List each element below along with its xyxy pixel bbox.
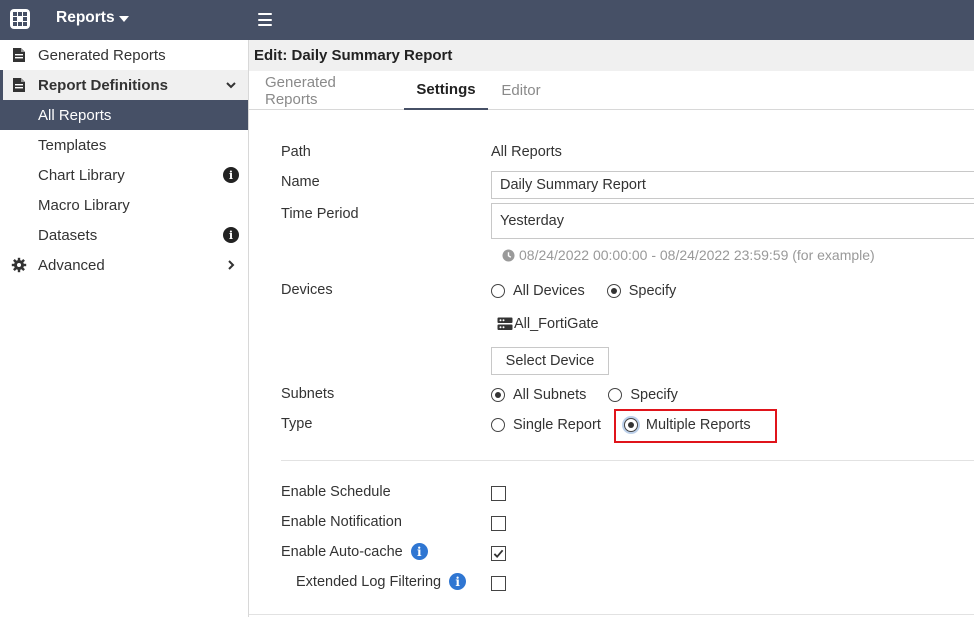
enable-schedule-label: Enable Schedule [281, 484, 391, 500]
path-label: Path [281, 144, 311, 160]
sidebar-item-label: Advanced [38, 256, 105, 274]
chevron-right-icon [228, 260, 235, 270]
enable-schedule-checkbox[interactable] [491, 486, 506, 501]
checkmark-icon [493, 549, 504, 559]
gear-icon [11, 257, 27, 273]
devices-radio-group: All Devices Specify [491, 283, 676, 299]
sidebar-item-templates[interactable]: Templates [0, 130, 248, 160]
subnets-label: Subnets [281, 386, 335, 402]
enable-autocache-label-row: Enable Auto-cache i [281, 543, 428, 560]
extended-log-checkbox[interactable] [491, 576, 506, 591]
hamburger-icon[interactable] [258, 13, 272, 26]
info-icon[interactable]: i [449, 573, 467, 590]
radio-button[interactable] [608, 388, 623, 402]
top-bar: Reports [0, 0, 974, 40]
clock-icon [502, 248, 515, 262]
fortigate-device-icon [497, 317, 513, 330]
sidebar-item-chart-library[interactable]: Chart Library i [0, 160, 248, 190]
sidebar-item-generated-reports[interactable]: Generated Reports [0, 40, 248, 70]
name-label: Name [281, 174, 320, 190]
time-period-hint-text: 08/24/2022 00:00:00 - 08/24/2022 23:59:5… [519, 247, 875, 263]
info-icon[interactable]: i [223, 167, 239, 183]
info-icon[interactable]: i [410, 543, 428, 560]
sidebar-item-report-definitions[interactable]: Report Definitions [0, 70, 248, 100]
select-device-button[interactable]: Select Device [491, 347, 609, 375]
devices-option-all[interactable]: All Devices [491, 283, 585, 299]
time-period-value: Yesterday [500, 213, 564, 229]
sidebar-item-label: Templates [38, 136, 107, 154]
tab-bar: Generated Reports Settings Editor [249, 71, 974, 110]
name-input[interactable]: Daily Summary Report [491, 171, 974, 199]
chevron-down-icon [226, 82, 236, 89]
radio-label: Single Report [513, 417, 601, 433]
highlight-box [614, 409, 777, 443]
subnets-option-all[interactable]: All Subnets [491, 387, 586, 403]
enable-notification-label: Enable Notification [281, 514, 402, 530]
enable-notification-checkbox[interactable] [491, 516, 506, 531]
info-icon[interactable]: i [223, 227, 239, 243]
tab-settings[interactable]: Settings [404, 71, 488, 110]
sidebar-item-datasets[interactable]: Datasets i [0, 220, 248, 250]
radio-button[interactable] [491, 418, 505, 432]
time-period-label: Time Period [281, 206, 359, 222]
type-label: Type [281, 416, 313, 432]
extended-log-label: Extended Log Filtering [296, 573, 442, 590]
app-menu-button[interactable]: Reports [56, 9, 129, 27]
name-input-value: Daily Summary Report [500, 177, 646, 193]
sidebar-item-macro-library[interactable]: Macro Library [0, 190, 248, 220]
sidebar-item-label: Report Definitions [38, 76, 168, 94]
enable-autocache-checkbox[interactable] [491, 546, 506, 561]
device-chip: All_FortiGate [497, 316, 599, 332]
document-icon [13, 48, 25, 62]
devices-option-specify[interactable]: Specify [606, 283, 677, 299]
tab-editor[interactable]: Editor [501, 71, 541, 110]
app-title: Reports [56, 9, 115, 26]
section-divider [281, 460, 974, 461]
subnets-option-specify[interactable]: Specify [608, 387, 678, 403]
type-option-single[interactable]: Single Report [491, 417, 601, 433]
radio-label: Specify [630, 387, 678, 403]
time-period-hint: 08/24/2022 00:00:00 - 08/24/2022 23:59:5… [502, 247, 875, 263]
sidebar: Generated Reports Report Definitions All… [0, 40, 249, 617]
devices-label: Devices [281, 282, 333, 298]
caret-down-icon [118, 16, 129, 22]
tab-generated-reports[interactable]: Generated Reports [265, 71, 389, 110]
device-chip-label: All_FortiGate [514, 316, 599, 332]
radio-button[interactable] [491, 284, 505, 298]
sidebar-item-label: Chart Library [38, 166, 125, 184]
sidebar-item-label: Generated Reports [38, 46, 166, 64]
sidebar-item-all-reports[interactable]: All Reports [0, 100, 248, 130]
radio-label: All Devices [513, 283, 585, 299]
document-icon [13, 78, 25, 92]
sidebar-item-label: Macro Library [38, 196, 130, 214]
time-period-select[interactable]: Yesterday [491, 203, 974, 239]
sidebar-item-label: All Reports [38, 106, 112, 124]
enable-autocache-label: Enable Auto-cache [281, 543, 403, 560]
bottom-divider [249, 614, 974, 615]
sidebar-item-advanced[interactable]: Advanced [0, 250, 248, 280]
radio-label: Specify [628, 283, 677, 299]
apps-grid-icon[interactable] [9, 8, 31, 30]
extended-log-label-row: Extended Log Filtering i [296, 573, 467, 590]
radio-label: All Subnets [513, 387, 587, 403]
path-value: All Reports [491, 144, 562, 160]
sidebar-item-label: Datasets [38, 226, 98, 244]
page-title: Edit: Daily Summary Report [249, 40, 974, 71]
radio-button[interactable] [606, 284, 621, 298]
radio-button[interactable] [491, 388, 505, 402]
subnets-radio-group: All Subnets Specify [491, 387, 678, 403]
